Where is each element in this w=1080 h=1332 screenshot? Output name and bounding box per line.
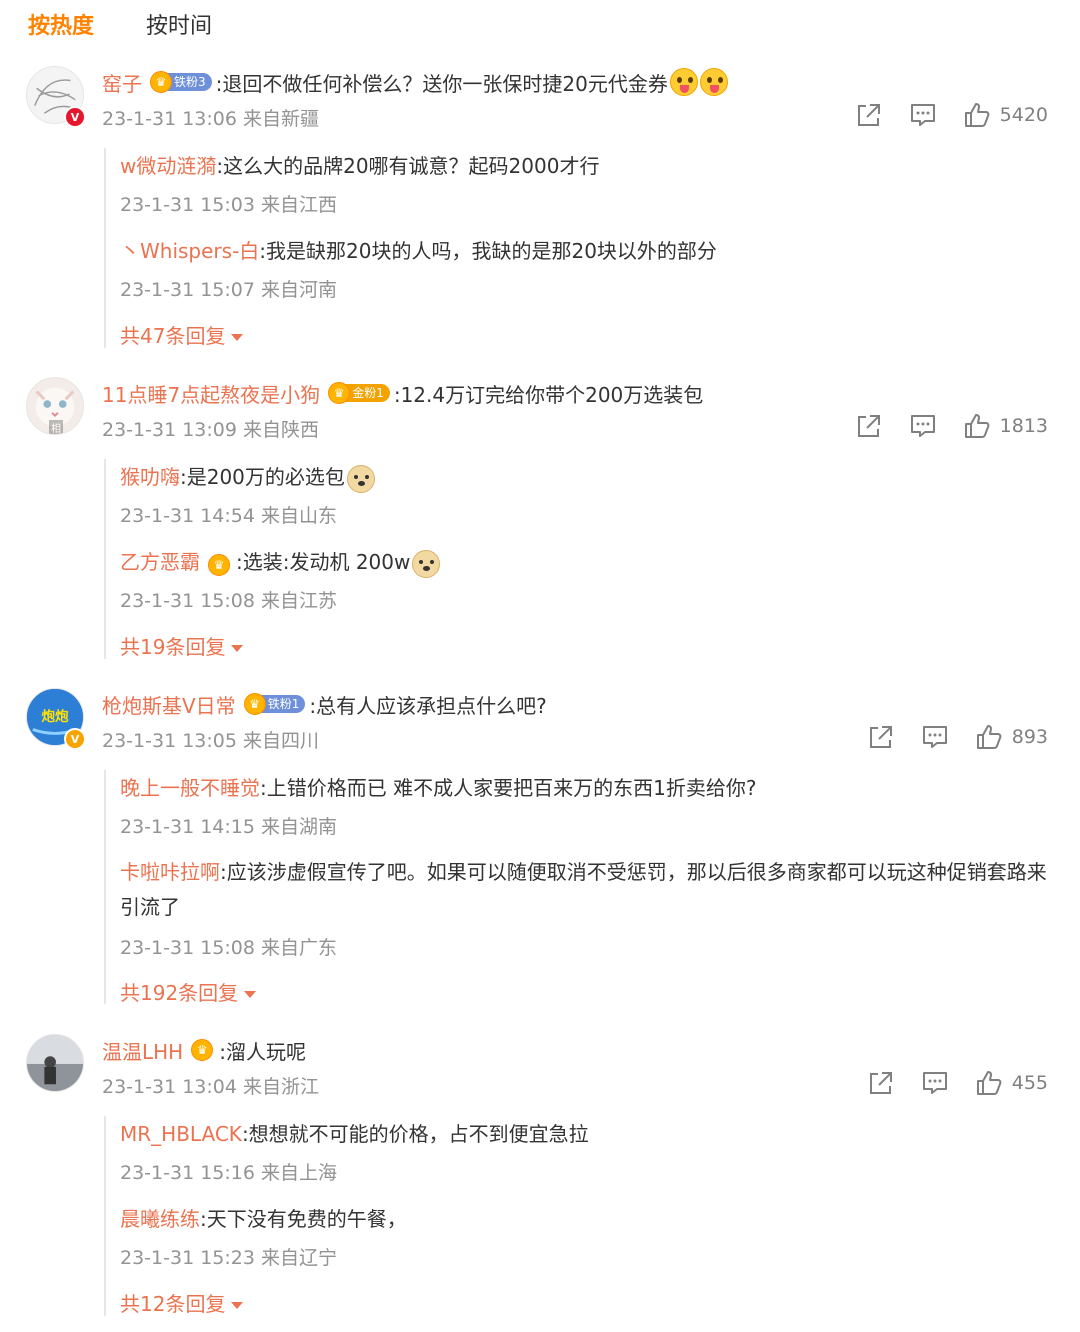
comment-text: :总有人应该承担点什么吧? (309, 693, 547, 718)
avatar[interactable] (26, 1034, 84, 1092)
fan-badge[interactable]: ♛ (191, 1039, 214, 1061)
avatar[interactable]: 相 (26, 377, 84, 435)
svg-text:炮炮: 炮炮 (42, 708, 69, 725)
reply-text: :我是缺那20块的人吗，我缺的是那20块以外的部分 (259, 239, 717, 263)
tongue-emoji-icon (699, 68, 728, 96)
reply-text: :选装:发动机 200w (236, 550, 411, 574)
fan-badge[interactable]: ♛ (208, 554, 230, 576)
reply-username[interactable]: 丶Whispers-白 (120, 239, 259, 263)
comment-text: :溜人玩呢 (219, 1039, 306, 1064)
comment-meta: 23-1-31 13:09 来自陕西 (102, 419, 319, 441)
reply-item: MR_HBLACK:想想就不可能的价格，占不到便宜急拉 23-1-31 15:1… (120, 1116, 1050, 1184)
caret-down-icon (231, 645, 244, 652)
share-icon[interactable] (866, 1068, 896, 1098)
reply-meta: 23-1-31 15:08 来自广东 (120, 937, 337, 959)
reply-item: 卡啦咔拉啊:应该涉虚假宣传了吧。如果可以随便取消不受惩罚，那以后很多商家都可以玩… (120, 855, 1050, 959)
comment-username[interactable]: 枪炮斯基V日常 (102, 690, 236, 719)
comment-text: :退回不做任何补偿么？送你一张保时捷20元代金券 (215, 71, 668, 96)
reply-meta: 23-1-31 15:16 来自上海 (120, 1162, 337, 1184)
comment-actions: 1813 (830, 411, 1048, 441)
reply-meta: 23-1-31 14:15 来自湖南 (120, 816, 337, 838)
reply-text: :上错价格而已 难不成人家要把百来万的东西1折卖给你? (260, 776, 757, 800)
fan-badge[interactable]: ♛ 金粉1 (328, 382, 390, 404)
avatar-caption: 相 (49, 420, 63, 434)
comment-icon[interactable] (920, 1068, 950, 1098)
more-replies-link[interactable]: 共192条回复 (120, 977, 257, 1006)
reply-item: 晚上一般不睡觉:上错价格而已 难不成人家要把百来万的东西1折卖给你? 23-1-… (120, 770, 1050, 838)
reply-list: 猴叻嗨:是200万的必选包 23-1-31 14:54 来自山东 乙方恶霸 ♛ :选… (104, 459, 1056, 659)
comment-username[interactable]: 温温LHH (102, 1036, 183, 1065)
comment-actions: 893 (842, 722, 1048, 752)
fan-badge[interactable]: ♛ 铁粉3 (150, 71, 212, 93)
comment-meta: 23-1-31 13:05 来自四川 (102, 730, 319, 752)
reply-text: :这么大的品牌20哪有诚意？起码2000才行 (216, 154, 600, 178)
like-icon[interactable] (962, 411, 992, 441)
tab-by-time[interactable]: 按时间 (146, 8, 212, 40)
share-icon[interactable] (854, 100, 884, 130)
reply-username[interactable]: 晚上一般不睡觉 (120, 776, 260, 800)
more-replies-link[interactable]: 共19条回复 (120, 631, 244, 660)
tab-by-hot[interactable]: 按热度 (28, 8, 94, 40)
caret-down-icon (244, 991, 257, 998)
reply-list: w微动涟漪:这么大的品牌20哪有诚意？起码2000才行 23-1-31 15:0… (104, 148, 1056, 348)
doge-emoji-icon (346, 464, 375, 493)
more-replies-link[interactable]: 共47条回复 (120, 320, 244, 349)
reply-item: 晨曦练练:天下没有免费的午餐， 23-1-31 15:23 来自辽宁 (120, 1201, 1050, 1269)
reply-text: :天下没有免费的午餐， (200, 1207, 407, 1231)
reply-list: 晚上一般不睡觉:上错价格而已 难不成人家要把百来万的东西1折卖给你? 23-1-… (104, 770, 1056, 1006)
verified-icon: V (64, 106, 86, 128)
reply-item: 乙方恶霸 ♛ :选装:发动机 200w 23-1-31 15:08 来自江苏 (120, 544, 1050, 612)
crown-icon: ♛ (243, 693, 266, 715)
reply-meta: 23-1-31 15:23 来自辽宁 (120, 1247, 337, 1269)
crown-icon: ♛ (208, 554, 230, 576)
like-count: 455 (1011, 1072, 1048, 1094)
comment-meta: 23-1-31 13:06 来自新疆 (102, 108, 319, 130)
reply-meta: 23-1-31 15:08 来自江苏 (120, 590, 337, 612)
reply-text: :想想就不可能的价格，占不到便宜急拉 (241, 1122, 589, 1146)
like-icon[interactable] (974, 722, 1004, 752)
reply-meta: 23-1-31 15:07 来自河南 (120, 279, 337, 301)
caret-down-icon (231, 1302, 244, 1309)
reply-list: MR_HBLACK:想想就不可能的价格，占不到便宜急拉 23-1-31 15:1… (104, 1116, 1056, 1316)
tongue-emoji-icon (669, 68, 698, 96)
reply-username[interactable]: 晨曦练练 (120, 1207, 200, 1231)
reply-text: :应该涉虚假宣传了吧。如果可以随便取消不受惩罚，那以后很多商家都可以玩这种促销套… (120, 860, 1047, 919)
like-icon[interactable] (974, 1068, 1004, 1098)
like-icon[interactable] (962, 100, 992, 130)
verified-icon: V (64, 728, 86, 750)
reply-item: 猴叻嗨:是200万的必选包 23-1-31 14:54 来自山东 (120, 459, 1050, 527)
reply-username[interactable]: 卡啦咔拉啊 (120, 860, 220, 884)
crown-icon: ♛ (150, 71, 172, 93)
reply-username[interactable]: 猴叻嗨 (120, 465, 180, 489)
like-count: 893 (1011, 726, 1048, 748)
comment-meta: 23-1-31 13:04 来自浙江 (102, 1076, 319, 1098)
reply-username[interactable]: w微动涟漪 (120, 154, 216, 178)
comment-actions: 5420 (830, 100, 1048, 130)
like-count: 5420 (999, 104, 1048, 126)
doge-emoji-icon (412, 549, 441, 578)
reply-item: 丶Whispers-白:我是缺那20块的人吗，我缺的是那20块以外的部分 23-… (120, 233, 1050, 301)
comment-actions: 455 (842, 1068, 1048, 1098)
fan-badge[interactable]: ♛ 铁粉1 (243, 693, 306, 715)
caret-down-icon (231, 334, 244, 341)
share-icon[interactable] (854, 411, 884, 441)
comment-icon[interactable] (920, 722, 950, 752)
like-count: 1813 (999, 415, 1048, 437)
sort-tabs: 按热度 按时间 (28, 6, 264, 42)
reply-meta: 23-1-31 15:03 来自江西 (120, 194, 337, 216)
comment-username[interactable]: 11点睡7点起熬夜是小狗 (102, 379, 320, 408)
reply-username[interactable]: 乙方恶霸 (120, 550, 200, 574)
reply-text: :是200万的必选包 (180, 465, 345, 489)
crown-icon: ♛ (191, 1039, 214, 1061)
comment-icon[interactable] (908, 411, 938, 441)
share-icon[interactable] (866, 722, 896, 752)
reply-item: w微动涟漪:这么大的品牌20哪有诚意？起码2000才行 23-1-31 15:0… (120, 148, 1050, 216)
comment-icon[interactable] (908, 100, 938, 130)
reply-username[interactable]: MR_HBLACK (120, 1122, 242, 1146)
more-replies-link[interactable]: 共12条回复 (120, 1288, 244, 1317)
comment-username[interactable]: 窑子 (102, 68, 142, 97)
reply-meta: 23-1-31 14:54 来自山东 (120, 505, 337, 527)
comment-text: :12.4万订完给你带个200万选装包 (393, 382, 704, 407)
